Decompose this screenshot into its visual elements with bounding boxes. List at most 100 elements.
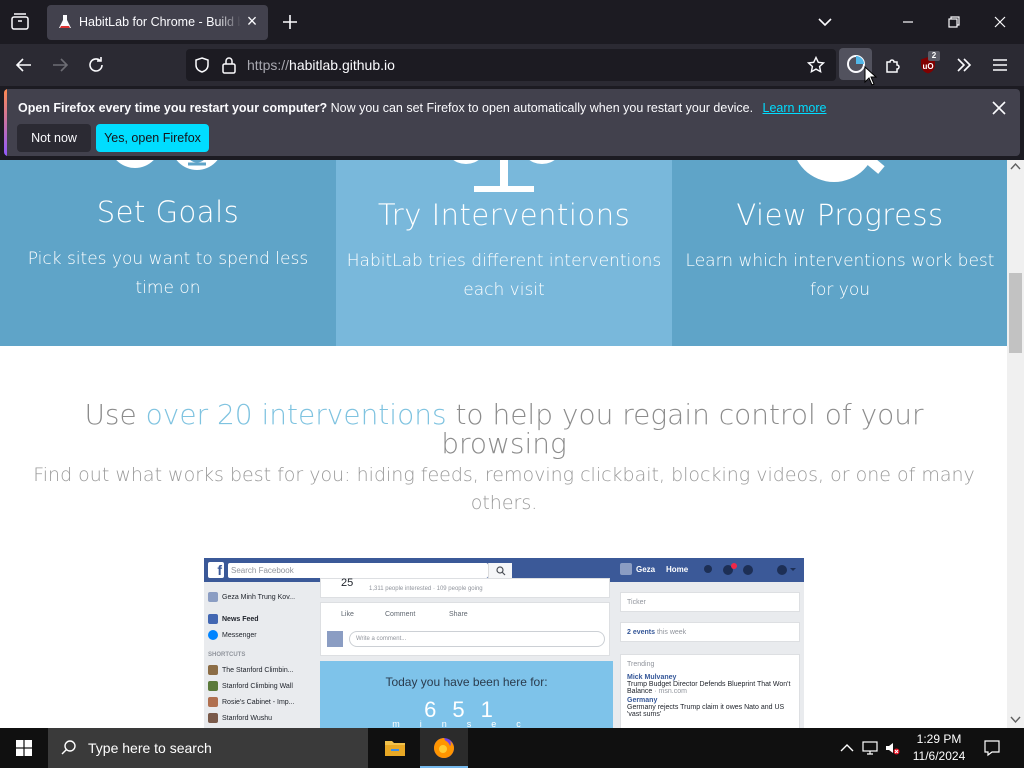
scroll-thumb[interactable] <box>1009 273 1022 353</box>
close-window-button[interactable] <box>989 11 1011 33</box>
fb-avatar <box>620 563 632 575</box>
minimize-button[interactable] <box>897 11 919 33</box>
mouse-cursor-icon <box>864 66 878 86</box>
fb-profile-link: Geza Minh Trung Kov... <box>208 592 295 602</box>
tab-list-button[interactable] <box>8 10 32 34</box>
volume-muted-icon[interactable] <box>884 740 900 756</box>
feature-view-progress: View Progress Learn which interventions … <box>672 160 1008 346</box>
taskbar-search-box[interactable]: Type here to search <box>48 728 368 768</box>
fb-shortcut-label: Stanford Climbing Wall <box>222 682 293 690</box>
restore-button[interactable] <box>943 11 965 33</box>
page-viewport: Set Goals Pick sites you want to spend l… <box>0 160 1008 728</box>
fb-news-feed-link: News Feed <box>208 614 259 624</box>
headline-post: to help you regain control of your brows… <box>441 398 924 460</box>
arrow-left-icon <box>15 58 31 72</box>
tab-close-icon[interactable]: × <box>243 12 261 31</box>
fb-ticker-label: Ticker <box>627 599 646 606</box>
close-icon <box>992 101 1006 115</box>
back-button[interactable] <box>13 54 35 76</box>
scale-icon <box>453 160 555 192</box>
fb-shortcut-item: Rosie's Cabinet - Imp... <box>208 697 295 707</box>
fb-trend-source: · msn.com <box>654 688 687 695</box>
fb-feed: 25 1,311 people interested · 109 people … <box>320 577 614 728</box>
forward-button[interactable] <box>49 54 71 76</box>
tab-title: HabitLab for Chrome - Build better habit… <box>79 15 241 29</box>
features-section: Set Goals Pick sites you want to spend l… <box>0 160 1008 346</box>
fb-right-column: Ticker 2 events this week Trending Mick … <box>618 582 804 728</box>
timer-min-unit: min <box>392 719 467 728</box>
fb-events-card: 2 events this week <box>620 622 800 642</box>
fb-shortcut-item: Stanford Wushu <box>208 713 272 723</box>
feature-description: Learn which interventions work best for … <box>685 251 995 300</box>
extensions-button[interactable] <box>882 54 904 76</box>
notification-close-button[interactable] <box>990 99 1008 117</box>
firefox-taskbar-button[interactable] <box>420 728 468 768</box>
fb-messenger-link: Messenger <box>208 630 257 640</box>
url-protocol: https:// <box>247 57 290 73</box>
tab-habitlab[interactable]: HabitLab for Chrome - Build better habit… <box>47 5 268 40</box>
shield-icon[interactable] <box>193 56 211 74</box>
search-placeholder: Type here to search <box>88 740 212 756</box>
app-menu-button[interactable] <box>989 54 1011 76</box>
tab-list-icon <box>11 13 29 30</box>
star-bookmark-icon[interactable] <box>807 56 825 74</box>
headline-highlight[interactable]: over 20 interventions <box>146 398 447 431</box>
fb-trend-name: Germany <box>627 697 658 704</box>
fb-logo-icon: f <box>208 562 224 578</box>
fb-like: Like <box>341 611 354 618</box>
close-icon <box>994 16 1006 28</box>
fb-profile-name: Geza Minh Trung Kov... <box>222 593 296 601</box>
interventions-headline: Use over 20 interventions to help you re… <box>30 400 978 458</box>
reload-button[interactable] <box>85 54 107 76</box>
habitlab-timer-overlay: Today you have been here for: 651 minsec <box>320 661 613 728</box>
timer-label: Today you have been here for: <box>385 675 548 689</box>
feature-title: View Progress <box>736 198 944 232</box>
yes-open-firefox-button[interactable]: Yes, open Firefox <box>96 124 209 152</box>
feature-title: Set Goals <box>96 195 240 229</box>
chevron-up-icon[interactable] <box>840 742 854 754</box>
magnifier-chart-icon <box>797 160 885 182</box>
start-button[interactable] <box>0 728 48 768</box>
puzzle-piece-icon <box>886 59 900 73</box>
fb-friends-icon <box>704 563 796 575</box>
network-icon[interactable] <box>862 740 878 756</box>
fb-share: Share <box>449 611 468 618</box>
overflow-button[interactable] <box>953 54 975 76</box>
fb-events-suffix: this week <box>656 629 687 636</box>
scroll-up-icon[interactable] <box>1010 162 1021 170</box>
plus-icon <box>283 15 297 29</box>
url-text[interactable]: https://habitlab.github.io <box>247 57 395 73</box>
notification-message: Open Firefox every time you restart your… <box>18 101 826 115</box>
scroll-down-icon[interactable] <box>1010 716 1021 724</box>
timer-units: minsec <box>320 719 613 728</box>
not-now-button[interactable]: Not now <box>17 124 91 152</box>
fb-comment-field: Write a comment... <box>349 631 605 647</box>
windows-logo-icon <box>16 740 32 756</box>
fb-trend-name: Mick Mulvaney <box>627 674 677 681</box>
social-icons <box>116 160 218 170</box>
fb-comment: Comment <box>385 611 416 618</box>
fb-home-link: Home <box>666 565 689 574</box>
fb-events-count: 2 events <box>627 629 656 636</box>
facebook-screenshot: f Search Facebook Geza Home Geza Minh Tr… <box>204 558 804 728</box>
lock-icon[interactable] <box>221 56 237 74</box>
file-explorer-taskbar-button[interactable] <box>371 728 419 768</box>
fb-trending-heading: Trending <box>627 661 655 668</box>
url-host: habitlab.github.io <box>289 57 395 73</box>
taskbar-clock[interactable]: 1:29 PM 11/6/2024 <box>906 731 972 765</box>
folder-icon <box>385 741 405 756</box>
fb-trend-text: Trump Budget Director Defends Blueprint … <box>627 681 793 695</box>
fb-search-placeholder: Search Facebook <box>231 566 294 575</box>
learn-more-link[interactable]: Learn more <box>763 101 827 115</box>
url-bar[interactable]: https://habitlab.github.io <box>186 49 836 81</box>
firefox-icon <box>434 738 454 758</box>
page-scrollbar[interactable] <box>1007 160 1024 728</box>
hamburger-menu-icon <box>993 59 1007 71</box>
fb-search-icon <box>488 563 512 578</box>
fb-comment-avatar <box>327 631 343 647</box>
notification-center-icon[interactable] <box>983 739 1001 757</box>
list-all-tabs-button[interactable] <box>814 11 836 33</box>
fb-shortcut-label: The Stanford Climbin... <box>222 666 294 674</box>
new-tab-button[interactable] <box>279 11 301 33</box>
fb-user-name: Geza <box>636 565 656 574</box>
